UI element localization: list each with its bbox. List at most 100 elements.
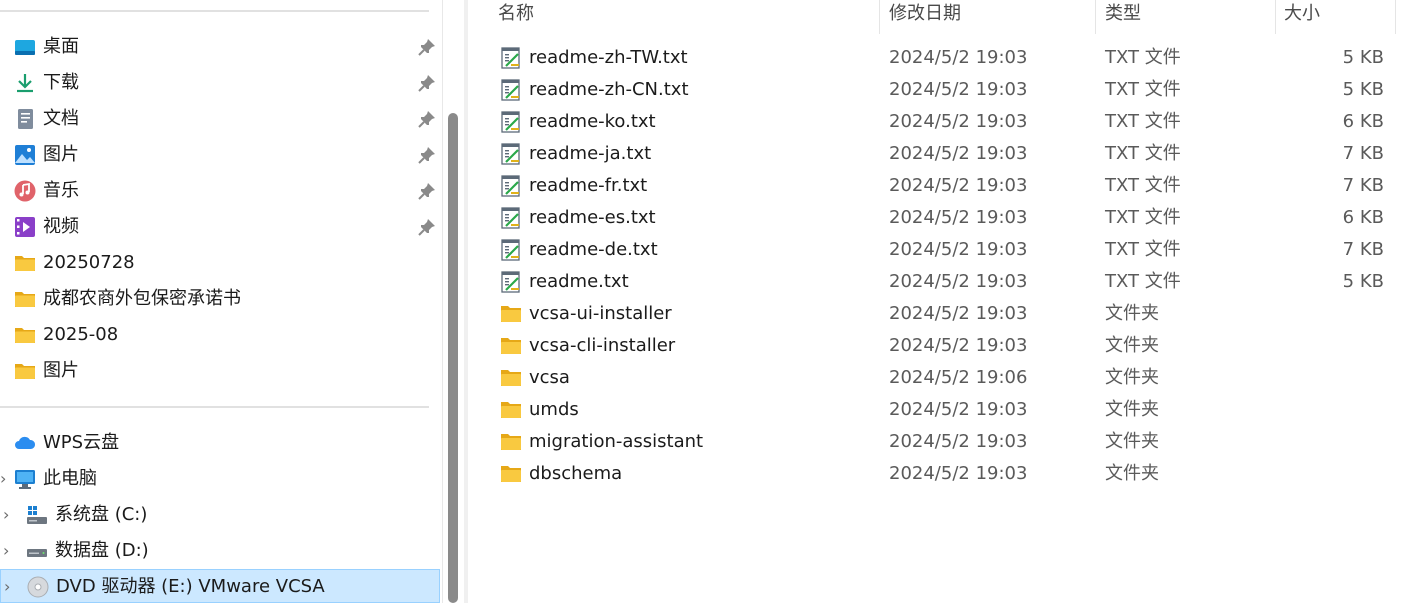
column-header-name[interactable]: 名称 (498, 0, 878, 34)
nav-scrollbar-thumb[interactable] (448, 113, 458, 603)
file-date: 2024/5/2 19:03 (889, 335, 1028, 356)
pin-icon[interactable] (417, 217, 437, 237)
table-row[interactable]: readme-de.txt 2024/5/2 19:03 TXT 文件 7 KB (468, 234, 1398, 266)
table-row[interactable]: vcsa-cli-installer 2024/5/2 19:03 文件夹 (468, 330, 1398, 362)
table-row[interactable]: readme-es.txt 2024/5/2 19:03 TXT 文件 6 KB (468, 202, 1398, 234)
table-row[interactable]: dbschema 2024/5/2 19:03 文件夹 (468, 458, 1398, 490)
file-size: 7 KB (1342, 175, 1384, 196)
table-row[interactable]: migration-assistant 2024/5/2 19:03 文件夹 (468, 426, 1398, 458)
windows-drive-icon (26, 504, 48, 526)
desktop-icon (14, 36, 36, 58)
file-name: migration-assistant (529, 431, 704, 452)
chevron-right-icon[interactable]: › (3, 504, 17, 526)
file-type: TXT 文件 (1105, 175, 1181, 196)
column-divider[interactable] (879, 0, 880, 34)
nav-item-label: 音乐 (43, 180, 79, 201)
chevron-right-icon[interactable]: › (0, 468, 14, 490)
nav-item-folder-pictures[interactable]: 图片 (0, 353, 440, 389)
text-file-icon (499, 143, 523, 165)
pin-icon[interactable] (417, 37, 437, 57)
file-type: TXT 文件 (1105, 79, 1181, 100)
nav-item-desktop[interactable]: 桌面 (0, 29, 440, 65)
folder-icon (499, 303, 523, 325)
column-header-type[interactable]: 类型 (1105, 0, 1265, 34)
column-divider[interactable] (1395, 0, 1396, 34)
file-date: 2024/5/2 19:03 (889, 175, 1028, 196)
nav-item-label: 视频 (43, 216, 79, 237)
file-name: readme-es.txt (529, 207, 656, 228)
file-date: 2024/5/2 19:03 (889, 143, 1028, 164)
table-row[interactable]: readme-ko.txt 2024/5/2 19:03 TXT 文件 6 KB (468, 106, 1398, 138)
table-row[interactable]: readme-ja.txt 2024/5/2 19:03 TXT 文件 7 KB (468, 138, 1398, 170)
file-date: 2024/5/2 19:03 (889, 303, 1028, 324)
file-name: readme-zh-CN.txt (529, 79, 689, 100)
folder-icon (499, 399, 523, 421)
file-type: 文件夹 (1105, 367, 1159, 388)
column-divider[interactable] (1095, 0, 1096, 34)
nav-item-label: 图片 (43, 144, 79, 165)
table-row[interactable]: readme-fr.txt 2024/5/2 19:03 TXT 文件 7 KB (468, 170, 1398, 202)
file-name: readme-ko.txt (529, 111, 656, 132)
table-row[interactable]: readme-zh-TW.txt 2024/5/2 19:03 TXT 文件 5 KB (468, 42, 1398, 74)
text-file-icon (499, 207, 523, 229)
table-row[interactable]: vcsa-ui-installer 2024/5/2 19:03 文件夹 (468, 298, 1398, 330)
nav-item-folder-20250728[interactable]: 20250728 (0, 245, 440, 281)
file-size: 6 KB (1342, 207, 1384, 228)
nav-item-drive-c[interactable]: › 系统盘 (C:) (0, 497, 440, 533)
chevron-right-icon[interactable]: › (4, 576, 18, 598)
pin-icon[interactable] (417, 181, 437, 201)
file-date: 2024/5/2 19:03 (889, 239, 1028, 260)
nav-item-drive-d[interactable]: › 数据盘 (D:) (0, 533, 440, 569)
pin-icon[interactable] (417, 109, 437, 129)
pin-icon[interactable] (417, 145, 437, 165)
file-date: 2024/5/2 19:03 (889, 431, 1028, 452)
nav-item-label: DVD 驱动器 (E:) VMware VCSA (56, 576, 325, 597)
column-header-date[interactable]: 修改日期 (889, 0, 1089, 34)
text-file-icon (499, 47, 523, 69)
column-divider[interactable] (1275, 0, 1276, 34)
table-row[interactable]: readme.txt 2024/5/2 19:03 TXT 文件 5 KB (468, 266, 1398, 298)
file-date: 2024/5/2 19:03 (889, 111, 1028, 132)
cloud-icon (14, 432, 36, 454)
file-size: 7 KB (1342, 239, 1384, 260)
nav-item-folder-2025-08[interactable]: 2025-08 (0, 317, 440, 353)
file-date: 2024/5/2 19:03 (889, 207, 1028, 228)
nav-item-label: 20250728 (43, 252, 135, 273)
nav-item-music[interactable]: 音乐 (0, 173, 440, 209)
file-size: 7 KB (1342, 143, 1384, 164)
chevron-right-icon[interactable]: › (3, 540, 17, 562)
nav-item-folder-confidentiality[interactable]: 成都农商外包保密承诺书 (0, 281, 440, 317)
file-type: TXT 文件 (1105, 47, 1181, 68)
nav-item-label: 图片 (43, 360, 79, 381)
table-row[interactable]: readme-zh-CN.txt 2024/5/2 19:03 TXT 文件 5 KB (468, 74, 1398, 106)
file-date: 2024/5/2 19:03 (889, 271, 1028, 292)
file-name: readme-de.txt (529, 239, 658, 260)
folder-icon (14, 288, 36, 310)
file-name: vcsa-cli-installer (529, 335, 676, 356)
nav-item-videos[interactable]: 视频 (0, 209, 440, 245)
nav-item-documents[interactable]: 文档 (0, 101, 440, 137)
column-header-size[interactable]: 大小 (1284, 0, 1384, 34)
folder-icon (499, 463, 523, 485)
nav-item-drive-e[interactable]: › DVD 驱动器 (E:) VMware VCSA (0, 569, 440, 603)
file-type: TXT 文件 (1105, 207, 1181, 228)
file-size: 5 KB (1342, 47, 1384, 68)
nav-item-label: WPS云盘 (43, 432, 120, 453)
nav-item-pictures[interactable]: 图片 (0, 137, 440, 173)
table-row[interactable]: umds 2024/5/2 19:03 文件夹 (468, 394, 1398, 426)
file-size: 5 KB (1342, 79, 1384, 100)
music-icon (14, 180, 36, 202)
folder-icon (14, 252, 36, 274)
file-date: 2024/5/2 19:03 (889, 399, 1028, 420)
nav-item-label: 2025-08 (43, 324, 119, 345)
nav-divider (0, 406, 429, 408)
table-row[interactable]: vcsa 2024/5/2 19:06 文件夹 (468, 362, 1398, 394)
nav-item-wps-cloud[interactable]: WPS云盘 (0, 425, 440, 461)
nav-item-label: 系统盘 (C:) (55, 504, 148, 525)
nav-item-downloads[interactable]: 下载 (0, 65, 440, 101)
nav-item-label: 数据盘 (D:) (55, 540, 149, 561)
folder-icon (14, 360, 36, 382)
nav-item-this-pc[interactable]: › 此电脑 (0, 461, 440, 497)
video-icon (14, 216, 36, 238)
pin-icon[interactable] (417, 73, 437, 93)
